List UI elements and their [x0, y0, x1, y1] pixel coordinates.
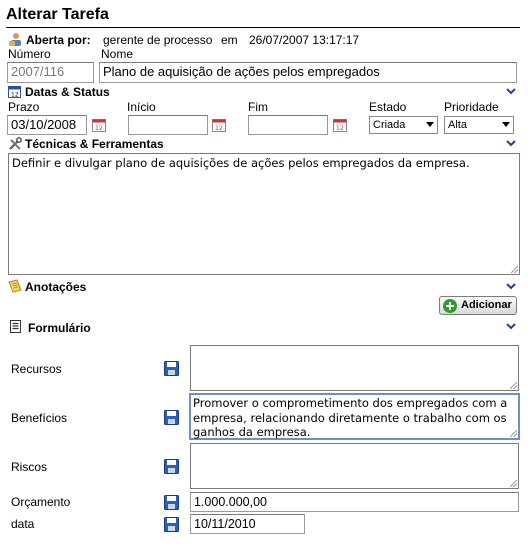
nome-label: Nome [101, 47, 134, 61]
title-divider [6, 27, 520, 28]
tecnicas-text: Definir e divulgar plano de aquisições d… [12, 156, 470, 170]
calendar-picker-icon[interactable]: 12 [333, 118, 347, 132]
chevron-down-icon[interactable] [506, 283, 516, 290]
data-label: data [11, 517, 35, 531]
add-annotation-button[interactable]: Adicionar [439, 296, 517, 315]
add-icon [443, 299, 457, 313]
save-icon[interactable] [164, 495, 179, 510]
prazo-field[interactable]: 03/10/2008 [7, 115, 87, 135]
dropdown-arrow-icon [502, 122, 510, 127]
add-button-label: Adicionar [461, 299, 512, 311]
user-icon [9, 33, 21, 46]
resize-grip-icon[interactable] [510, 382, 517, 389]
numero-label: Número [8, 47, 51, 61]
beneficios-textarea[interactable]: Promover o comprometimento dos empregado… [189, 393, 520, 440]
save-icon[interactable] [164, 361, 179, 376]
beneficios-text: Promover o comprometimento dos empregado… [193, 396, 508, 439]
datas-section-title: Datas & Status [25, 85, 110, 99]
prazo-label: Prazo [8, 100, 40, 114]
save-icon[interactable] [164, 410, 179, 425]
save-icon[interactable] [164, 459, 179, 474]
recursos-textarea[interactable] [190, 345, 519, 391]
inicio-field[interactable] [128, 115, 208, 135]
svg-text:12: 12 [95, 125, 103, 132]
svg-text:12: 12 [11, 92, 19, 99]
calendar-picker-icon[interactable]: 12 [212, 118, 226, 132]
tecnicas-textarea[interactable]: Definir e divulgar plano de aquisições d… [8, 153, 520, 275]
prioridade-select-value: Alta [448, 119, 467, 131]
calendar-picker-icon[interactable]: 12 [92, 118, 106, 132]
svg-text:12: 12 [336, 125, 344, 132]
estado-select[interactable]: Criada [369, 116, 438, 134]
inicio-label: Início [127, 100, 156, 114]
svg-text:12: 12 [215, 125, 223, 132]
dropdown-arrow-icon [426, 122, 434, 127]
opened-by-value: gerente de processo [103, 33, 213, 47]
opened-em: em [221, 33, 238, 47]
resize-grip-icon[interactable] [510, 480, 517, 487]
recursos-label: Recursos [11, 362, 62, 376]
riscos-label: Riscos [11, 460, 48, 474]
opened-by-label: Aberta por: [26, 33, 91, 47]
chevron-down-icon[interactable] [506, 88, 516, 95]
orcamento-label: Orçamento [11, 495, 71, 509]
tools-icon [9, 137, 22, 150]
chevron-down-icon[interactable] [506, 323, 516, 330]
numero-field[interactable]: 2007/116 [7, 62, 94, 83]
prioridade-label: Prioridade [444, 100, 499, 114]
page-title: Alterar Tarefa [6, 6, 109, 23]
estado-select-value: Criada [373, 119, 406, 131]
resize-grip-icon[interactable] [511, 266, 518, 273]
orcamento-field[interactable]: 1.000.000,00 [190, 492, 519, 512]
fim-field[interactable] [248, 115, 328, 135]
tecnicas-section-title: Técnicas & Ferramentas [25, 137, 164, 151]
chevron-down-icon[interactable] [506, 140, 516, 147]
prioridade-select[interactable]: Alta [444, 116, 514, 134]
nome-field[interactable]: Plano de aquisição de ações pelos empreg… [99, 62, 517, 83]
formulario-section-title: Formulário [28, 321, 91, 335]
riscos-textarea[interactable] [190, 443, 519, 489]
notes-icon [8, 279, 22, 293]
fim-label: Fim [248, 100, 268, 114]
save-icon[interactable] [164, 517, 179, 532]
anotacoes-section-title: Anotações [25, 280, 87, 294]
estado-label: Estado [369, 100, 407, 114]
form-icon [10, 320, 21, 333]
opened-at: 26/07/2007 13:17:17 [249, 33, 360, 47]
resize-grip-icon[interactable] [510, 430, 517, 437]
beneficios-label: Benefícios [11, 411, 68, 425]
calendar-icon: 12 [8, 86, 21, 99]
data-field[interactable]: 10/11/2010 [190, 514, 305, 534]
